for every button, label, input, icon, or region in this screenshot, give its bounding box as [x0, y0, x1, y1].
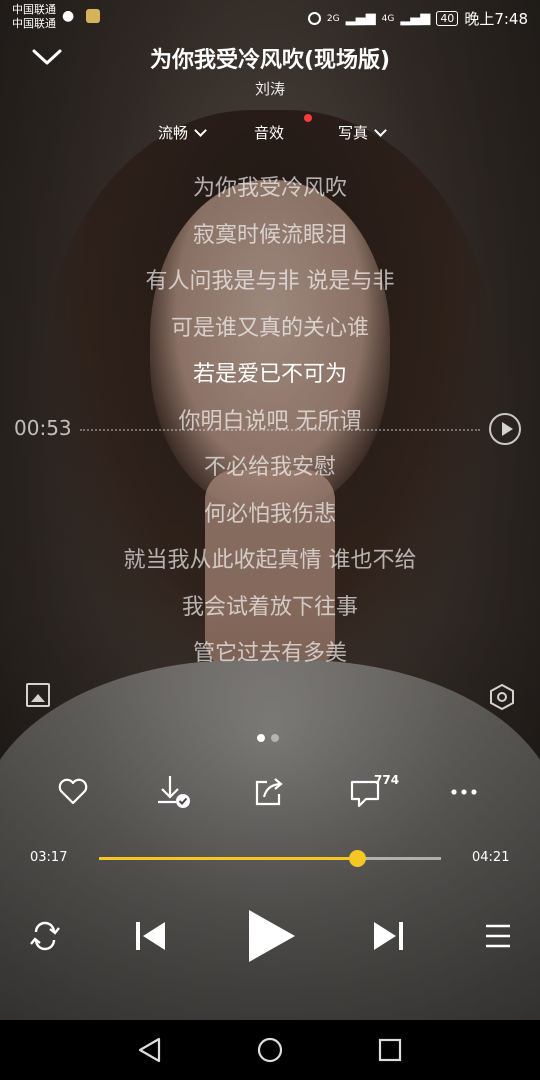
wechat-icon: ●: [62, 8, 75, 24]
carrier-2: 中国联通: [12, 17, 56, 30]
lyric-line: 不必给我安慰: [203, 455, 336, 480]
signal-icon-2: ▂▄▆: [400, 11, 431, 26]
lyric-line: 为你我受冷风吹: [192, 176, 347, 201]
song-title: 为你我受冷风吹(现场版): [149, 48, 391, 73]
sound-effects-button[interactable]: 音效: [254, 122, 284, 143]
lyric-line-active: 若是爱已不可为: [192, 362, 347, 387]
system-navigation-bar: [0, 1020, 540, 1080]
artist-name[interactable]: 刘涛: [0, 78, 540, 99]
play-from-lyric-icon[interactable]: [489, 413, 521, 445]
total-duration: 04:21: [472, 850, 510, 865]
action-bar: [0, 770, 540, 814]
music-player-screen: 中国联通 中国联通 ● 2G ▂▄▆ 4G ▂▄▆ 40 晚上7:48 为你我受…: [0, 0, 540, 1080]
chevron-down-icon: [374, 124, 387, 137]
previous-track-icon[interactable]: [131, 918, 169, 954]
progress-track[interactable]: [99, 850, 441, 867]
alarm-icon: [307, 12, 321, 25]
chevron-down-icon: [194, 124, 207, 137]
photo-label: 写真: [338, 124, 369, 142]
settings-hexagon-icon[interactable]: [488, 683, 516, 711]
new-badge-dot: [304, 114, 312, 122]
lyric-seek-line: [80, 429, 480, 431]
lyric-line: 我会试着放下往事: [181, 594, 358, 620]
lyric-line: 何必怕我伤悲: [203, 501, 336, 527]
lyric-line: 管它过去有多美: [192, 641, 347, 666]
status-bar: 中国联通 中国联通 ● 2G ▂▄▆ 4G ▂▄▆ 40 晚上7:48: [0, 0, 540, 36]
quality-label: 流畅: [158, 124, 189, 142]
progress-knob[interactable]: [349, 850, 366, 867]
lyrics-panel[interactable]: 为你我受冷风吹 寂寞时候流眼泪有人问我是与非 说是与非 可是谁又真的关心谁 若是爱已不…: [0, 166, 540, 678]
share-icon[interactable]: [247, 770, 291, 814]
clock: 晚上7:48: [464, 10, 528, 28]
download-icon[interactable]: [150, 770, 194, 814]
image-icon[interactable]: [26, 683, 50, 707]
comment-count: 774: [374, 773, 400, 787]
lyric-line: 寂寞时候流眼泪: [192, 222, 347, 248]
page-dot: [257, 734, 265, 742]
progress-fill: [99, 857, 357, 860]
carrier-labels: 中国联通 中国联通: [12, 3, 56, 31]
lyric-line: 就当我从此收起真情 谁也不给: [123, 548, 417, 573]
signal-icon: ▂▄▆: [345, 11, 376, 26]
progress-section: 03:17 04:21: [0, 846, 540, 870]
player-header: 为你我受冷风吹(现场版) 刘涛: [0, 36, 540, 106]
more-icon[interactable]: [442, 770, 486, 814]
playback-controls: [0, 906, 540, 966]
recents-square-icon[interactable]: [377, 1037, 403, 1063]
repeat-icon[interactable]: [28, 920, 62, 952]
network-2g: 2G: [326, 13, 340, 24]
play-icon[interactable]: [243, 906, 299, 966]
current-time: 03:17: [30, 850, 68, 865]
photo-selector[interactable]: 写真: [338, 122, 387, 143]
playlist-icon[interactable]: [484, 922, 512, 950]
lyric-line: 可是谁又真的关心谁: [170, 315, 369, 341]
carrier-1: 中国联通: [12, 3, 56, 16]
home-circle-icon[interactable]: [256, 1036, 284, 1064]
page-indicator: [257, 734, 279, 742]
lyric-line: 你明白说吧 无所谓: [178, 408, 362, 434]
quality-selector[interactable]: 流畅: [158, 122, 207, 143]
next-track-icon[interactable]: [370, 918, 408, 954]
playback-options: 流畅 音效 写真: [0, 118, 540, 148]
page-dot: [271, 734, 279, 742]
notification-app-icon: [86, 9, 100, 23]
network-4g: 4G: [381, 13, 395, 24]
sound-effects-label: 音效: [254, 124, 285, 142]
back-triangle-icon[interactable]: [137, 1036, 163, 1064]
lyric-line: 有人问我是与非 说是与非: [145, 269, 395, 294]
heart-icon[interactable]: [51, 770, 95, 814]
status-right: 2G ▂▄▆ 4G ▂▄▆ 40 晚上7:48: [307, 8, 528, 29]
battery-indicator: 40: [436, 11, 459, 26]
lyric-seek-time: 00:53: [14, 416, 72, 440]
